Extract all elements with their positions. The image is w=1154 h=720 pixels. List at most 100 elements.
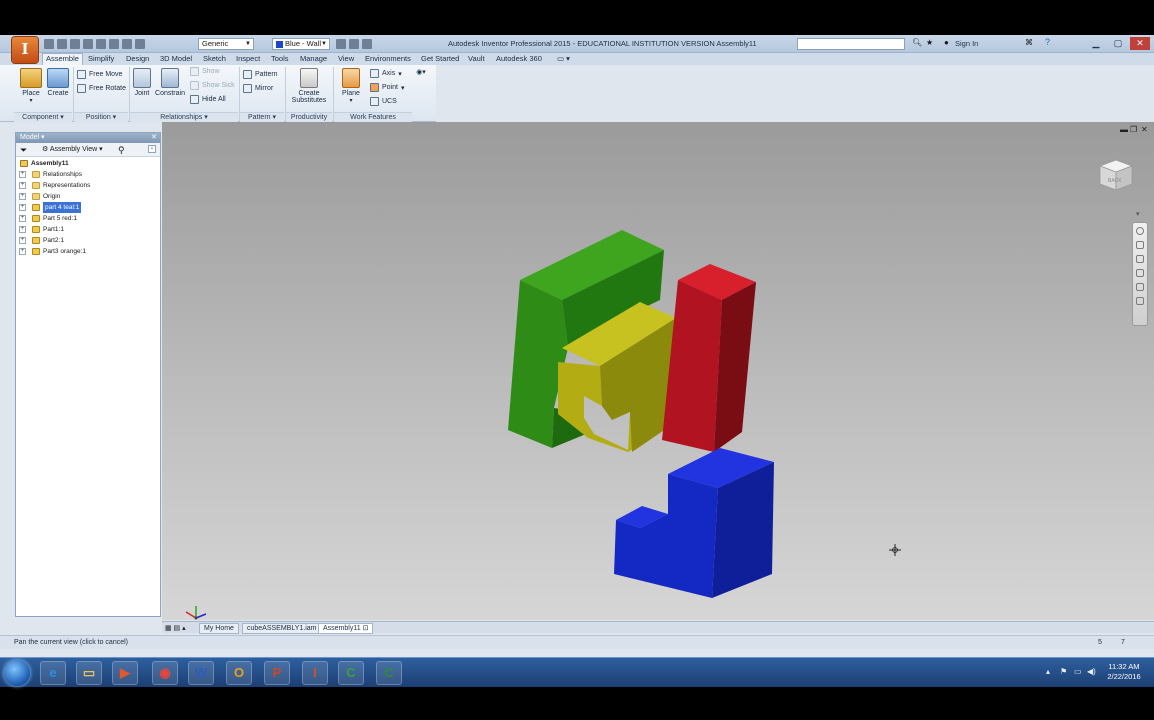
panel-label-position[interactable]: Position ▾ — [74, 112, 128, 122]
volume-icon[interactable]: ◀) — [1087, 667, 1096, 676]
open-icon[interactable] — [57, 39, 67, 49]
mirror-button[interactable]: Mirror — [243, 84, 273, 93]
expand-panel-icon[interactable]: ▫ — [148, 145, 156, 153]
tree-item[interactable]: + Part3 orange:1 — [16, 246, 160, 257]
taskbar-powerpoint-icon[interactable]: P — [264, 661, 290, 685]
return-icon[interactable] — [122, 39, 132, 49]
tab-manage[interactable]: Manage — [300, 54, 327, 65]
home-icon[interactable] — [109, 39, 119, 49]
axis-button[interactable]: Axis ▾ — [370, 69, 402, 78]
part-blue[interactable] — [614, 448, 774, 598]
select-icon[interactable] — [135, 39, 145, 49]
constrain-button[interactable]: Constrain — [154, 68, 186, 97]
taskbar-inventor-icon[interactable]: I — [302, 661, 328, 685]
tree-item[interactable]: + Representations — [16, 180, 160, 191]
tree-item[interactable]: + Part2:1 — [16, 235, 160, 246]
redo-icon[interactable] — [96, 39, 106, 49]
panel-label-pattern[interactable]: Pattern ▾ — [240, 112, 284, 122]
doc-tab-my-home[interactable]: My Home — [199, 623, 239, 634]
measure-icon[interactable] — [349, 39, 359, 49]
tab-tools[interactable]: Tools — [271, 54, 289, 65]
doc-tab-assembly11[interactable]: Assembly11 ⊡ — [318, 623, 374, 634]
work-features-more-button[interactable]: ◉▾ — [414, 68, 428, 76]
close-button[interactable]: ✕ — [1130, 37, 1150, 50]
show-sick-button[interactable]: Show Sick — [190, 81, 235, 90]
tab-view[interactable]: View — [338, 54, 354, 65]
tab-3d-model[interactable]: 3D Model — [160, 54, 192, 65]
show-button[interactable]: Show — [190, 67, 220, 76]
expand-icon[interactable]: + — [19, 204, 26, 211]
panel-label-relationships[interactable]: Relationships ▾ — [130, 112, 238, 122]
display-icon[interactable]: ▭ — [1074, 667, 1082, 676]
tree-item[interactable]: + Origin — [16, 191, 160, 202]
tab-inspect[interactable]: Inspect — [236, 54, 260, 65]
plane-button[interactable]: Plane ▾ — [340, 68, 362, 104]
flag-icon[interactable]: ⚑ — [1060, 667, 1067, 676]
doc-tab-cube-assembly[interactable]: cubeASSEMBLY1.iam — [242, 623, 322, 634]
part-red[interactable] — [662, 264, 756, 452]
tree-item[interactable]: + part 4 teal:1 — [16, 201, 160, 214]
close-icon[interactable]: ⊡ — [363, 625, 369, 632]
tab-get-started[interactable]: Get Started — [421, 54, 459, 65]
taskbar-media-icon[interactable]: ▶ — [112, 661, 138, 685]
ucs-button[interactable]: UCS — [370, 97, 397, 106]
fx-icon[interactable] — [362, 39, 372, 49]
taskbar-ie-icon[interactable]: e — [40, 661, 66, 685]
tree-item[interactable]: + Part 5 red:1 — [16, 213, 160, 224]
free-move-button[interactable]: Free Move — [77, 70, 122, 79]
save-icon[interactable] — [70, 39, 80, 49]
taskbar-chrome-icon[interactable]: ◉ — [152, 661, 178, 685]
tab-simplify[interactable]: Simplify — [88, 54, 114, 65]
tree-item[interactable]: + Part1:1 — [16, 224, 160, 235]
taskbar-camtasia-recorder-icon[interactable]: C — [376, 661, 402, 685]
appearance-combo[interactable]: Generic ▼ — [198, 38, 254, 50]
tab-sketch[interactable]: Sketch — [203, 54, 226, 65]
tray-expand-icon[interactable]: ▴ — [1046, 667, 1050, 676]
ribbon-options-icon[interactable]: ▭ ▾ — [557, 54, 570, 65]
place-button[interactable]: Place ▾ — [20, 68, 42, 104]
pattern-button[interactable]: Pattern — [243, 70, 278, 79]
expand-icon[interactable]: + — [19, 171, 26, 178]
application-menu-button[interactable]: I — [12, 37, 38, 63]
graphics-viewport[interactable]: ▬ ❐ ✕ BACK ▾ — [162, 122, 1154, 620]
assembly-view-dropdown[interactable]: ⚙ Assembly View ▾ — [42, 143, 103, 157]
joint-button[interactable]: Joint — [132, 68, 152, 97]
tree-item[interactable]: + Relationships — [16, 169, 160, 180]
tree-root[interactable]: Assembly11 — [16, 158, 160, 169]
start-button[interactable] — [4, 660, 30, 686]
tab-design[interactable]: Design — [126, 54, 149, 65]
system-clock[interactable]: 11:32 AM 2/22/2016 — [1100, 662, 1148, 682]
sign-in-link[interactable]: Sign In — [955, 39, 978, 48]
free-rotate-button[interactable]: Free Rotate — [77, 84, 126, 93]
hide-all-button[interactable]: Hide All — [190, 95, 226, 104]
tab-autodesk-360[interactable]: Autodesk 360 — [496, 54, 542, 65]
expand-icon[interactable]: + — [19, 248, 26, 255]
expand-icon[interactable]: + — [19, 237, 26, 244]
find-icon[interactable]: ⚲ — [118, 143, 125, 157]
taskbar-outlook-icon[interactable]: O — [226, 661, 252, 685]
close-icon[interactable]: ✕ — [151, 133, 157, 143]
taskbar-explorer-icon[interactable]: ▭ — [76, 661, 102, 685]
star-icon[interactable]: ★ — [926, 38, 933, 47]
create-component-button[interactable]: Create — [46, 68, 70, 97]
exchange-icon[interactable]: ⌘ — [1025, 38, 1033, 47]
search-icon[interactable]: 🔍︎ — [912, 38, 922, 47]
help-search-input[interactable] — [797, 38, 905, 50]
expand-icon[interactable]: + — [19, 193, 26, 200]
color-combo[interactable]: Blue - Wall ▼ — [272, 38, 330, 50]
tab-environments[interactable]: Environments — [365, 54, 411, 65]
panel-label-component[interactable]: Component ▾ — [14, 112, 72, 122]
expand-icon[interactable]: + — [19, 182, 26, 189]
tab-vault[interactable]: Vault — [468, 54, 485, 65]
filter-icon[interactable]: ⏷ — [20, 143, 27, 157]
create-substitutes-button[interactable]: Create Substitutes — [290, 68, 328, 104]
undo-icon[interactable] — [83, 39, 93, 49]
maximize-button[interactable]: ▢ — [1108, 37, 1128, 50]
minimize-button[interactable]: ▁ — [1086, 37, 1106, 50]
expand-icon[interactable]: + — [19, 226, 26, 233]
taskbar-camtasia-icon[interactable]: C — [338, 661, 364, 685]
tab-layout-icon[interactable]: ▦ ▤ ▴ — [165, 624, 186, 632]
new-icon[interactable] — [44, 39, 54, 49]
expand-icon[interactable]: + — [19, 215, 26, 222]
taskbar-word-icon[interactable]: W — [188, 661, 214, 685]
